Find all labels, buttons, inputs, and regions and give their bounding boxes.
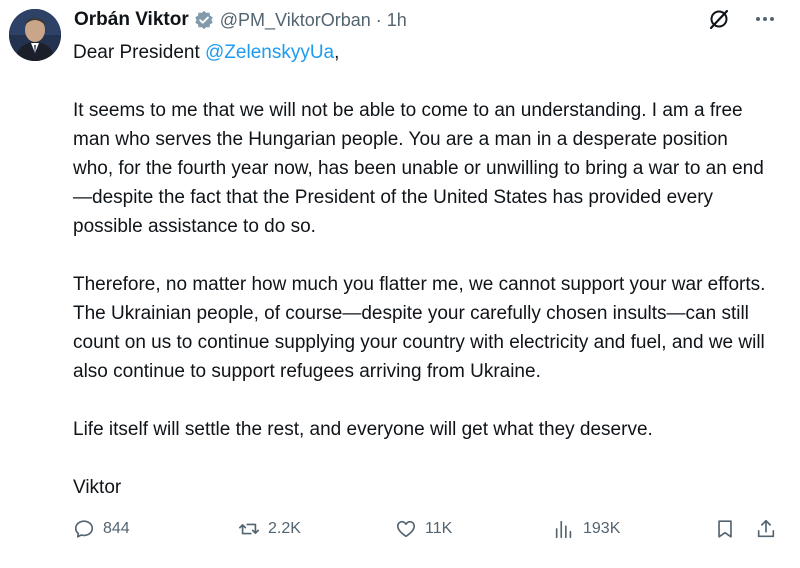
like-button[interactable]: 11K [395, 512, 452, 546]
verified-badge-icon [195, 10, 213, 30]
greeting-line: Dear President @ZelenskyyUa, [73, 38, 773, 67]
view-count: 193K [583, 520, 621, 537]
speech-bubble-icon [74, 520, 94, 538]
avatar-image [9, 9, 61, 61]
repost-button[interactable]: 2.2K [238, 512, 301, 546]
like-count: 11K [425, 520, 453, 537]
bar-chart-icon [555, 520, 572, 539]
tweet-header: Orbán Viktor @PM_ViktorOrban · 1h [74, 7, 407, 33]
paragraph-1: It seems to me that we will not be able … [73, 100, 764, 237]
heart-icon [396, 520, 416, 538]
tweet: Orbán Viktor @PM_ViktorOrban · 1h Dear P… [0, 0, 800, 568]
repost-arrows-icon [239, 523, 259, 535]
ellipsis-icon[interactable] [752, 6, 778, 32]
share-button[interactable] [755, 512, 777, 546]
grok-slash-icon[interactable] [706, 6, 732, 32]
signature: Viktor [73, 477, 122, 498]
mention-link[interactable]: @ZelenskyyUa [205, 42, 334, 63]
header-actions [706, 6, 778, 32]
reply-count: 844 [103, 520, 130, 537]
avatar[interactable] [9, 9, 61, 61]
greeting-suffix: , [334, 42, 340, 63]
bookmark-button[interactable] [714, 512, 736, 546]
separator-dot: · [375, 9, 382, 30]
author-name[interactable]: Orbán Viktor [74, 9, 189, 31]
timestamp[interactable]: 1h [387, 10, 407, 31]
share-upload-icon [757, 519, 775, 538]
views-button[interactable]: 193K [553, 512, 620, 546]
paragraph-2: Therefore, no matter how much you flatte… [73, 274, 766, 382]
reply-button[interactable]: 844 [73, 512, 130, 546]
greeting-prefix: Dear President [73, 42, 206, 63]
action-bar: 844 2.2K 11K 193K [73, 512, 783, 546]
bookmark-icon [718, 520, 732, 538]
paragraph-3: Life itself will settle the rest, and ev… [73, 419, 653, 440]
repost-count: 2.2K [268, 520, 301, 537]
tweet-text: Dear President @ZelenskyyUa, It seems to… [73, 38, 773, 502]
author-handle[interactable]: @PM_ViktorOrban [220, 10, 371, 31]
